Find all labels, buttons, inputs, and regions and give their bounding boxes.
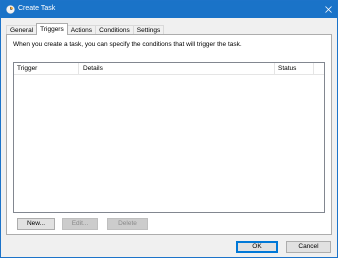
cancel-button[interactable]: Cancel [286, 241, 331, 253]
close-icon[interactable] [319, 1, 337, 18]
edit-trigger-button[interactable]: Edit... [62, 218, 98, 230]
ok-button[interactable]: OK [236, 241, 278, 253]
column-header-details[interactable]: Details [79, 63, 275, 75]
triggers-list[interactable]: Trigger Details Status [13, 62, 325, 213]
title-bar[interactable]: Create Task [1, 1, 337, 18]
new-trigger-button[interactable]: New... [17, 218, 55, 230]
create-task-window: Create Task General Triggers Actions Con… [0, 0, 338, 258]
triggers-description: When you create a task, you can specify … [13, 41, 242, 48]
list-header: Trigger Details Status [14, 63, 324, 75]
window-title: Create Task [18, 5, 56, 12]
delete-trigger-button[interactable]: Delete [107, 218, 148, 230]
tab-triggers[interactable]: Triggers [36, 23, 68, 35]
column-header-trigger[interactable]: Trigger [14, 63, 79, 75]
task-scheduler-icon [6, 5, 15, 14]
triggers-panel: When you create a task, you can specify … [6, 34, 332, 235]
column-header-status[interactable]: Status [275, 63, 314, 75]
